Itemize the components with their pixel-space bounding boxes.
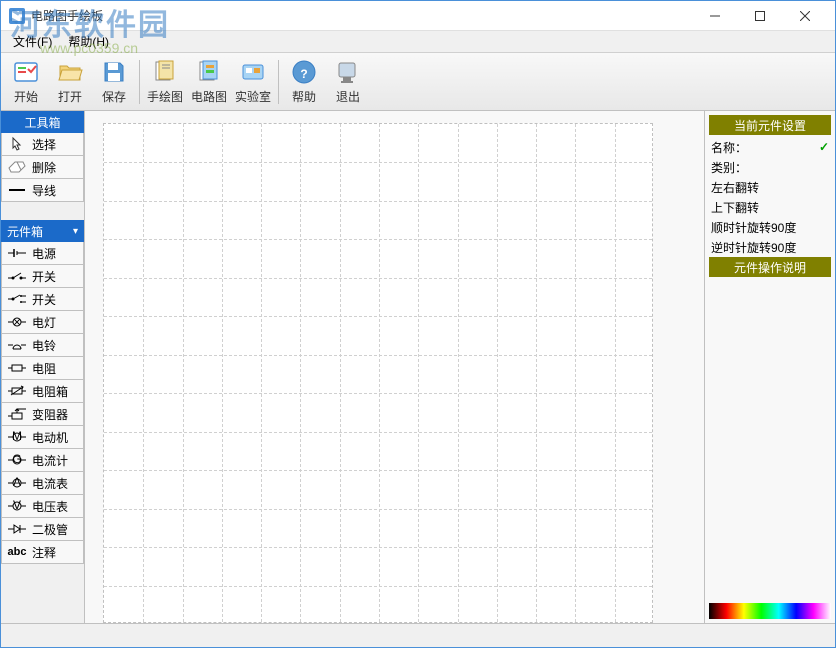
check-icon: ✓ [819, 140, 829, 154]
rheostat-icon [6, 406, 28, 422]
component-galvanometer[interactable]: G电流计 [1, 449, 84, 472]
toolbar-save[interactable]: 保存 [93, 56, 135, 108]
component-annotation[interactable]: abc注释 [1, 541, 84, 564]
toolbar-sketch[interactable]: 手绘图 [144, 56, 186, 108]
resistorbox-icon [6, 383, 28, 399]
toolbar-lab[interactable]: 实验室 [232, 56, 274, 108]
toolbar-open[interactable]: 打开 [49, 56, 91, 108]
toolbar-exit[interactable]: 退出 [327, 56, 369, 108]
tool-delete[interactable]: 删除 [1, 156, 84, 179]
left-panel: 工具箱 选择 删除 导线 元件箱 ▾ 电源开关开关电灯电铃电阻电阻箱变阻器M电动… [1, 111, 85, 623]
tool-select[interactable]: 选择 [1, 133, 84, 156]
toolbar-circuit[interactable]: 电路图 [188, 56, 230, 108]
exit-icon [334, 58, 362, 86]
tool-wire[interactable]: 导线 [1, 179, 84, 202]
component-rheostat[interactable]: 变阻器 [1, 403, 84, 426]
statusbar [1, 623, 835, 647]
componentbox-header[interactable]: 元件箱 ▾ [1, 220, 84, 242]
props-row[interactable]: 左右翻转 [709, 177, 831, 197]
canvas-area[interactable] [85, 111, 705, 623]
props-row[interactable]: 上下翻转 [709, 197, 831, 217]
titlebar: 电路图手绘板 [1, 1, 835, 31]
power-icon [6, 245, 28, 261]
component-lamp[interactable]: 电灯 [1, 311, 84, 334]
chevron-down-icon: ▾ [73, 226, 78, 237]
open-icon [56, 58, 84, 86]
props-row[interactable]: 类别： [709, 157, 831, 177]
component-bell[interactable]: 电铃 [1, 334, 84, 357]
color-spectrum[interactable] [709, 603, 831, 619]
toolbox-header: 工具箱 [1, 111, 84, 133]
props-row[interactable]: 逆时针旋转90度 [709, 237, 831, 257]
svg-text:G: G [12, 454, 21, 466]
svg-text:V: V [13, 500, 21, 512]
app-icon [9, 8, 25, 24]
component-diode[interactable]: 二极管 [1, 518, 84, 541]
motor-icon: M [6, 429, 28, 445]
minimize-button[interactable] [692, 2, 737, 30]
props-header: 当前元件设置 [709, 115, 831, 135]
resistor-icon [6, 360, 28, 376]
right-panel: 当前元件设置 名称：✓类别：左右翻转上下翻转顺时针旋转90度逆时针旋转90度 元… [705, 111, 835, 623]
ammeter-icon: A [6, 475, 28, 491]
props-row[interactable]: 顺时针旋转90度 [709, 217, 831, 237]
props-footer[interactable]: 元件操作说明 [709, 257, 831, 277]
window-title: 电路图手绘板 [31, 7, 692, 24]
svg-text:M: M [12, 431, 22, 443]
menu-help[interactable]: 帮助(H) [60, 31, 117, 52]
component-motor[interactable]: M电动机 [1, 426, 84, 449]
component-voltmeter[interactable]: V电压表 [1, 495, 84, 518]
toolbar-separator [278, 60, 279, 104]
menu-file[interactable]: 文件(F) [5, 31, 60, 52]
eraser-icon [6, 159, 28, 175]
help-icon: ? [290, 58, 318, 86]
lab-icon [239, 58, 267, 86]
svg-text:A: A [13, 477, 21, 489]
sketch-icon [151, 58, 179, 86]
start-icon [12, 58, 40, 86]
wire-icon [6, 182, 28, 198]
annotation-icon: abc [6, 544, 28, 560]
menubar: 文件(F) 帮助(H) [1, 31, 835, 53]
component-ammeter[interactable]: A电流表 [1, 472, 84, 495]
toolbar: 开始 打开 保存 手绘图 电路图 实验室 ? 帮助 退出 [1, 53, 835, 111]
component-switch2[interactable]: 开关 [1, 288, 84, 311]
switch2-icon [6, 291, 28, 307]
diode-icon [6, 521, 28, 537]
component-resistorbox[interactable]: 电阻箱 [1, 380, 84, 403]
lamp-icon [6, 314, 28, 330]
galvanometer-icon: G [6, 452, 28, 468]
svg-text:?: ? [300, 67, 307, 81]
pointer-icon [6, 136, 28, 152]
circuit-icon [195, 58, 223, 86]
toolbar-help[interactable]: ? 帮助 [283, 56, 325, 108]
component-switch1[interactable]: 开关 [1, 265, 84, 288]
save-icon [100, 58, 128, 86]
maximize-button[interactable] [737, 2, 782, 30]
toolbar-separator [139, 60, 140, 104]
toolbar-start[interactable]: 开始 [5, 56, 47, 108]
component-resistor[interactable]: 电阻 [1, 357, 84, 380]
close-button[interactable] [782, 2, 827, 30]
props-row[interactable]: 名称：✓ [709, 137, 831, 157]
component-power[interactable]: 电源 [1, 242, 84, 265]
bell-icon [6, 337, 28, 353]
canvas-grid[interactable] [103, 123, 653, 623]
voltmeter-icon: V [6, 498, 28, 514]
switch1-icon [6, 268, 28, 284]
